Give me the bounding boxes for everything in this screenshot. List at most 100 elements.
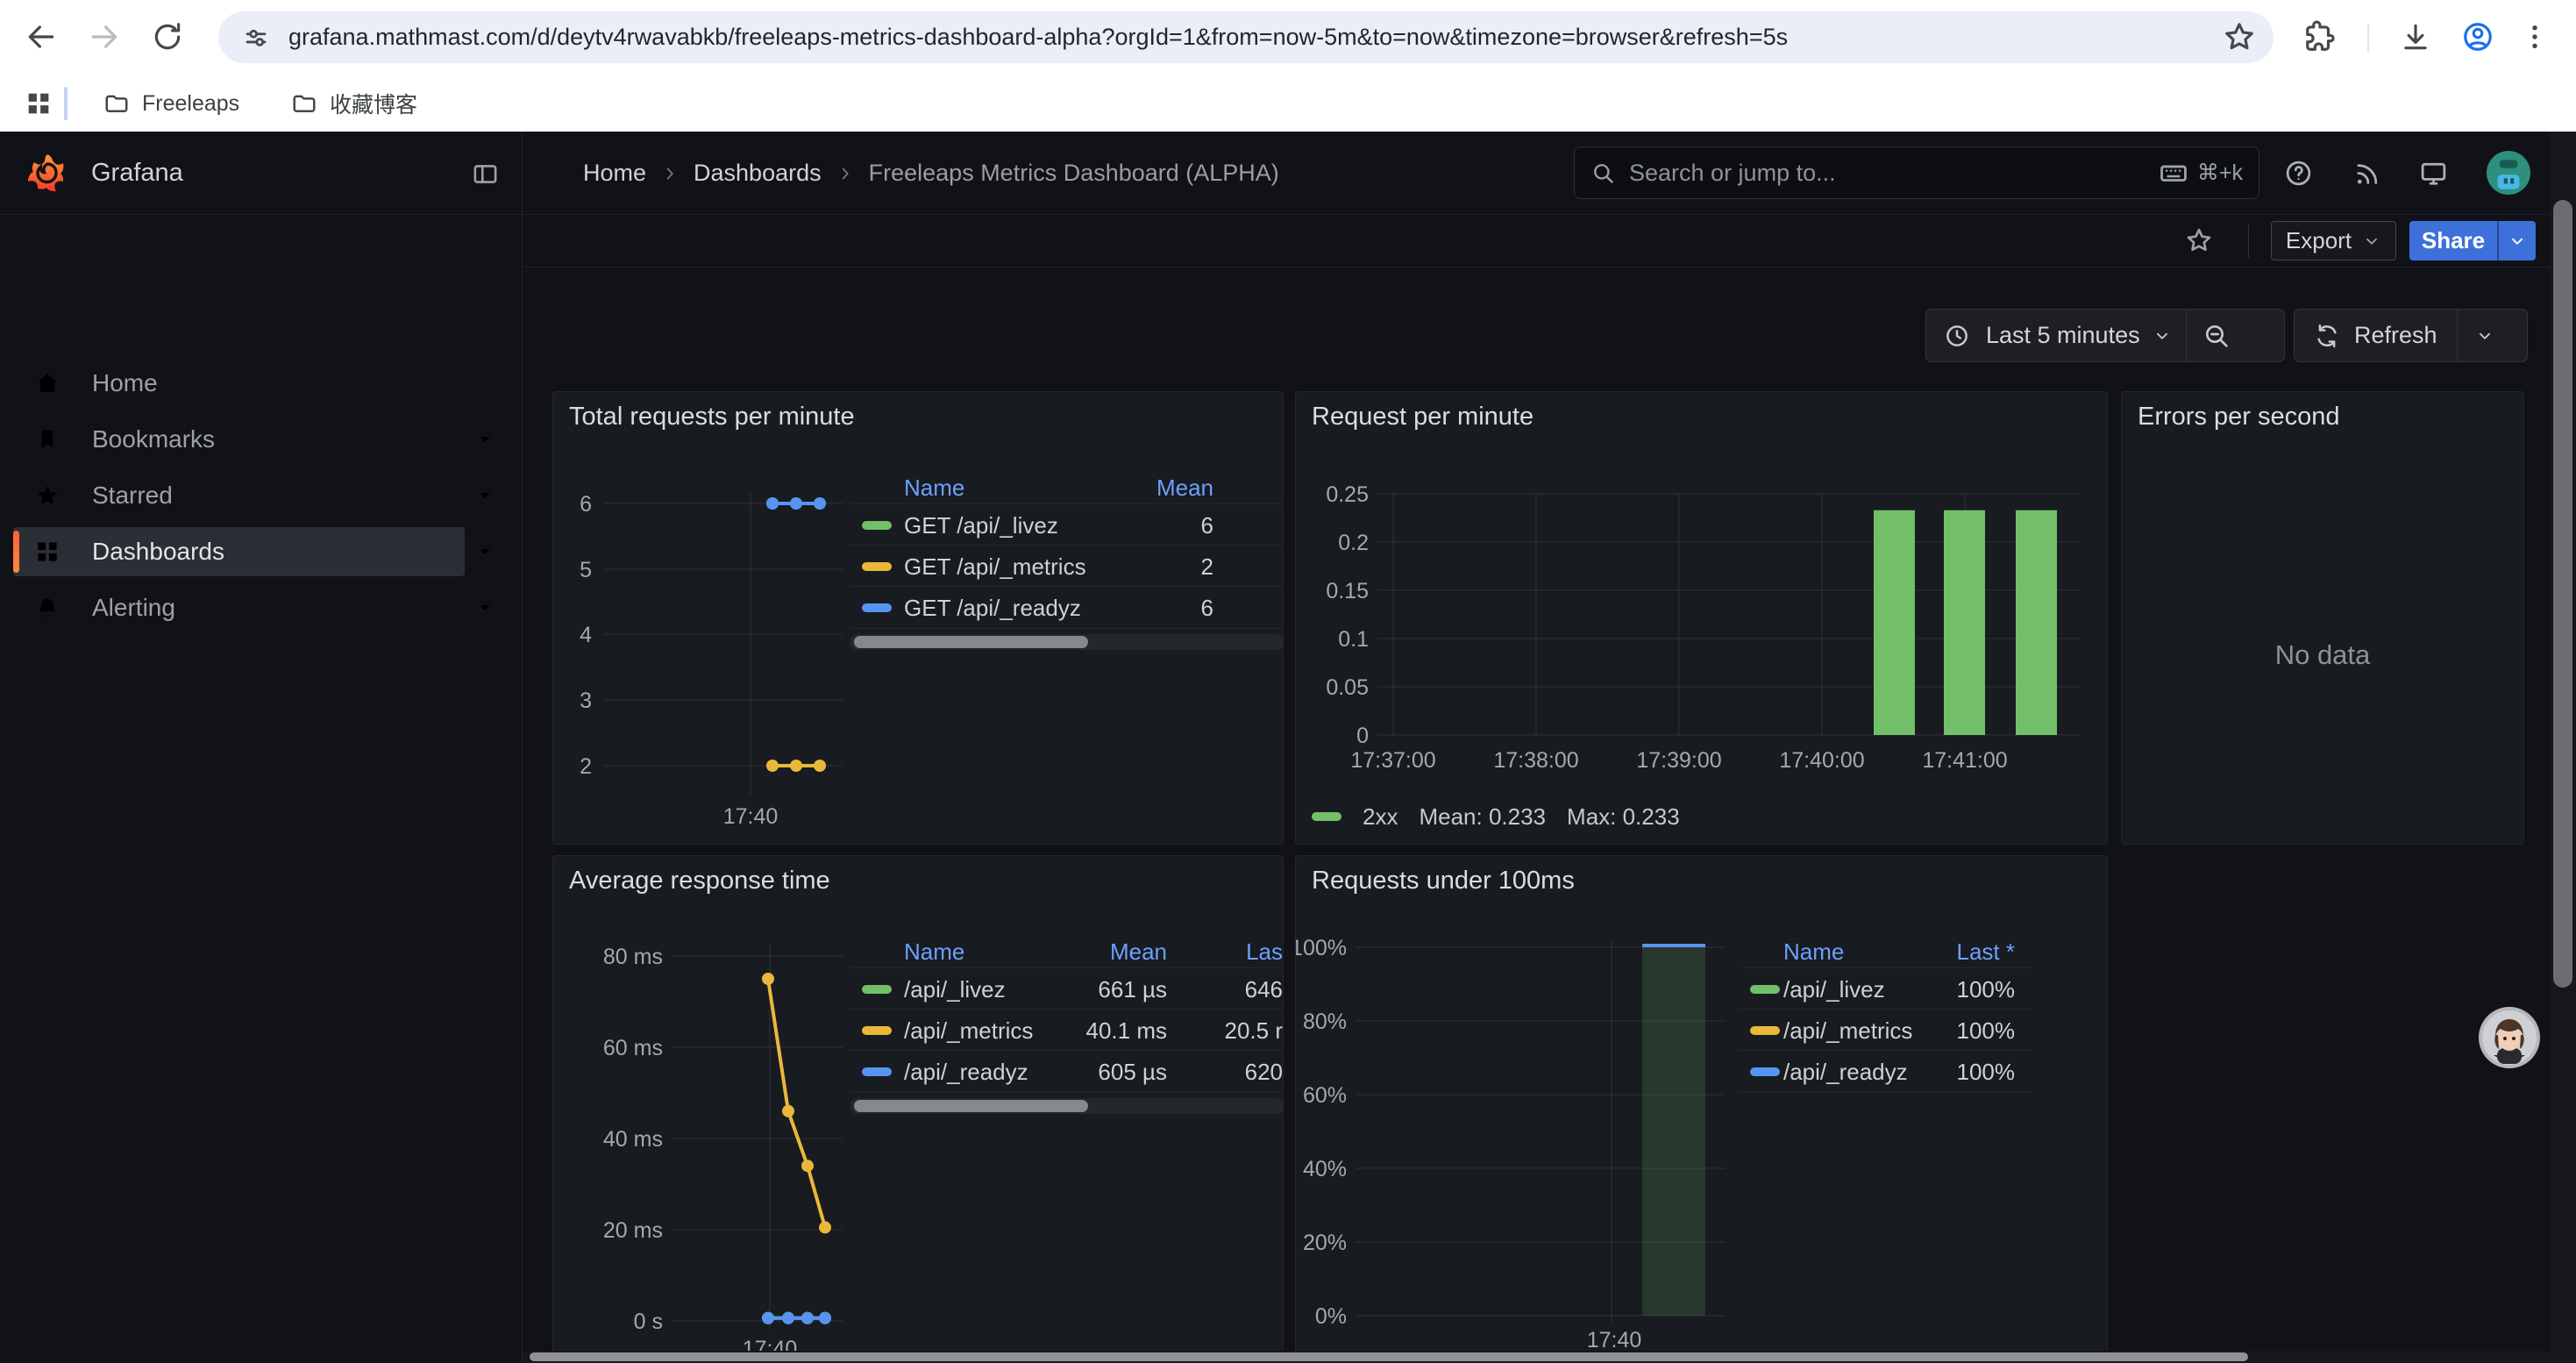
legend-header-name[interactable]: Name	[904, 938, 964, 966]
chevron-down-icon[interactable]	[473, 596, 496, 619]
panel-title[interactable]: Average response time	[569, 867, 830, 896]
panel-average-response-time[interactable]: Average response time 80 ms60 ms40 ms20 …	[552, 855, 1284, 1363]
news-icon[interactable]	[2352, 159, 2381, 188]
refresh-icon[interactable]	[2314, 323, 2340, 349]
back-icon[interactable]	[25, 20, 58, 54]
panel-requests-under-100ms[interactable]: Requests under 100ms 100%80%60%40%20%0%1…	[1295, 855, 2108, 1363]
breadcrumb-item[interactable]: Home	[583, 160, 646, 187]
sidebar-item-home[interactable]: Home	[13, 359, 465, 408]
series-color-pill[interactable]	[1750, 1067, 1780, 1076]
url-bar[interactable]: grafana.mathmast.com/d/deytv4rwavabkb/fr…	[218, 11, 2274, 63]
series-color-pill[interactable]	[1750, 985, 1780, 994]
sidebar-item-label: Bookmarks	[92, 425, 215, 453]
series-color-pill[interactable]	[862, 985, 892, 994]
export-label: Export	[2286, 227, 2352, 254]
horizontal-scrollbar[interactable]	[523, 1351, 2550, 1363]
apps-grid-icon[interactable]	[24, 89, 53, 118]
assistant-avatar[interactable]	[2478, 1006, 2541, 1069]
refresh-button[interactable]: Refresh	[2294, 309, 2528, 362]
breadcrumb-item[interactable]: Dashboards	[694, 160, 822, 187]
share-button[interactable]: Share	[2409, 221, 2536, 260]
profile-icon[interactable]	[2461, 20, 2494, 54]
svg-text:17:40: 17:40	[723, 804, 779, 829]
share-menu-button[interactable]	[2497, 221, 2536, 260]
panel-title[interactable]: Errors per second	[2138, 403, 2340, 432]
grafana-header: HomeDashboardsFreeleaps Metrics Dashboar…	[523, 132, 2576, 215]
legend-value: 100%	[1957, 1017, 2016, 1045]
legend-series-name[interactable]: /api/_livez	[1783, 976, 1885, 1003]
sidebar-toggle-icon[interactable]	[472, 161, 499, 188]
legend-value: 6	[1201, 595, 1213, 622]
chevron-down-icon[interactable]	[473, 484, 496, 507]
zoom-out-icon[interactable]	[2202, 322, 2231, 350]
legend-header-name[interactable]: Name	[904, 475, 964, 502]
refresh-label[interactable]: Refresh	[2354, 322, 2437, 349]
legend-header-las[interactable]: Las	[1246, 938, 1283, 966]
user-avatar[interactable]	[2487, 151, 2530, 195]
legend-header-mean[interactable]: Mean	[1156, 475, 1213, 502]
series-color-pill[interactable]	[862, 603, 892, 612]
sidebar-item-starred[interactable]: Starred	[13, 471, 465, 520]
kiosk-mode-icon[interactable]	[2419, 159, 2448, 188]
series-color-pill[interactable]	[862, 1067, 892, 1076]
legend-table: NameLast */api/_livez100%/api/_metrics10…	[1739, 926, 2033, 1102]
panel-request-per-minute[interactable]: Request per minute 0.250.20.150.10.05017…	[1295, 391, 2108, 845]
legend-header-last[interactable]: Last *	[1957, 938, 2016, 966]
bookmark-star-icon[interactable]	[2223, 20, 2256, 54]
legend-header-name[interactable]: Name	[1783, 938, 1844, 966]
forward-icon[interactable]	[88, 20, 121, 54]
series-color-pill[interactable]	[862, 562, 892, 571]
export-button[interactable]: Export	[2271, 221, 2396, 260]
share-label[interactable]: Share	[2409, 221, 2497, 260]
bookmark-folder-freeleaps[interactable]: Freeleaps	[91, 83, 252, 124]
grafana-logo-icon[interactable]	[26, 153, 68, 195]
legend-series-name[interactable]: GET /api/_metrics	[904, 553, 1086, 581]
legend-series-name[interactable]: /api/_readyz	[904, 1059, 1028, 1086]
panel-title[interactable]: Request per minute	[1312, 403, 1534, 432]
series-color-pill[interactable]	[1312, 812, 1341, 821]
panel-title[interactable]: Total requests per minute	[569, 403, 855, 432]
favorite-star-icon[interactable]	[2185, 226, 2213, 254]
help-icon[interactable]	[2284, 159, 2313, 188]
series-color-pill[interactable]	[1750, 1026, 1780, 1035]
legend-value: 40.1 ms	[1086, 1017, 1168, 1045]
time-range-picker[interactable]: Last 5 minutes	[1925, 309, 2285, 362]
site-controls-icon[interactable]	[241, 23, 271, 53]
downloads-icon[interactable]	[2399, 20, 2432, 54]
reload-icon[interactable]	[151, 20, 184, 54]
legend-scrollbar[interactable]	[850, 1098, 1284, 1114]
sidebar-item-dashboards[interactable]: Dashboards	[13, 527, 465, 576]
legend-series-name[interactable]: /api/_metrics	[904, 1017, 1033, 1045]
series-color-pill[interactable]	[862, 1026, 892, 1035]
chevron-down-icon[interactable]	[473, 540, 496, 563]
series-color-pill[interactable]	[862, 521, 892, 530]
legend-scrollbar-thumb[interactable]	[854, 636, 1088, 648]
legend-scrollbar[interactable]	[850, 634, 1284, 650]
legend-series-name[interactable]: /api/_metrics	[1783, 1017, 1912, 1045]
bookmark-folder-blogs[interactable]: 收藏博客	[279, 83, 430, 124]
panel-title[interactable]: Requests under 100ms	[1312, 867, 1575, 896]
series-name[interactable]: 2xx	[1363, 803, 1398, 831]
legend-scrollbar-thumb[interactable]	[854, 1100, 1088, 1112]
legend-series-name[interactable]: GET /api/_livez	[904, 512, 1058, 539]
panel-total-requests-per-minute[interactable]: Total requests per minute 6543217:40 Nam…	[552, 391, 1284, 845]
sidebar-item-alerting[interactable]: Alerting	[13, 583, 465, 632]
sidebar-item-bookmarks[interactable]: Bookmarks	[13, 415, 465, 464]
vertical-scrollbar-thumb[interactable]	[2553, 200, 2572, 988]
svg-text:17:41:00: 17:41:00	[1922, 748, 2007, 773]
horizontal-scrollbar-thumb[interactable]	[530, 1352, 2248, 1361]
legend-series-name[interactable]: GET /api/_readyz	[904, 595, 1081, 622]
legend-table: NameMeanLas/api/_livez661 µs646/api/_met…	[850, 926, 1284, 1128]
legend-header-mean[interactable]: Mean	[1110, 938, 1167, 966]
legend-series-name[interactable]: /api/_livez	[904, 976, 1006, 1003]
legend-series-name[interactable]: /api/_readyz	[1783, 1059, 1908, 1086]
browser-menu-icon[interactable]	[2518, 20, 2551, 54]
panel-errors-per-second[interactable]: Errors per second No data	[2121, 391, 2524, 845]
extensions-icon[interactable]	[2303, 20, 2337, 54]
chevron-down-icon[interactable]	[473, 428, 496, 451]
sidebar-item-label: Starred	[92, 482, 173, 510]
refresh-interval-chevron-icon[interactable]	[2475, 326, 2494, 346]
vertical-scrollbar[interactable]	[2550, 132, 2576, 1363]
request-per-minute-chart: 0.250.20.150.10.05017:37:0017:38:0017:39…	[1296, 392, 2108, 845]
search-input[interactable]: Search or jump to... ⌘+k	[1574, 146, 2259, 199]
